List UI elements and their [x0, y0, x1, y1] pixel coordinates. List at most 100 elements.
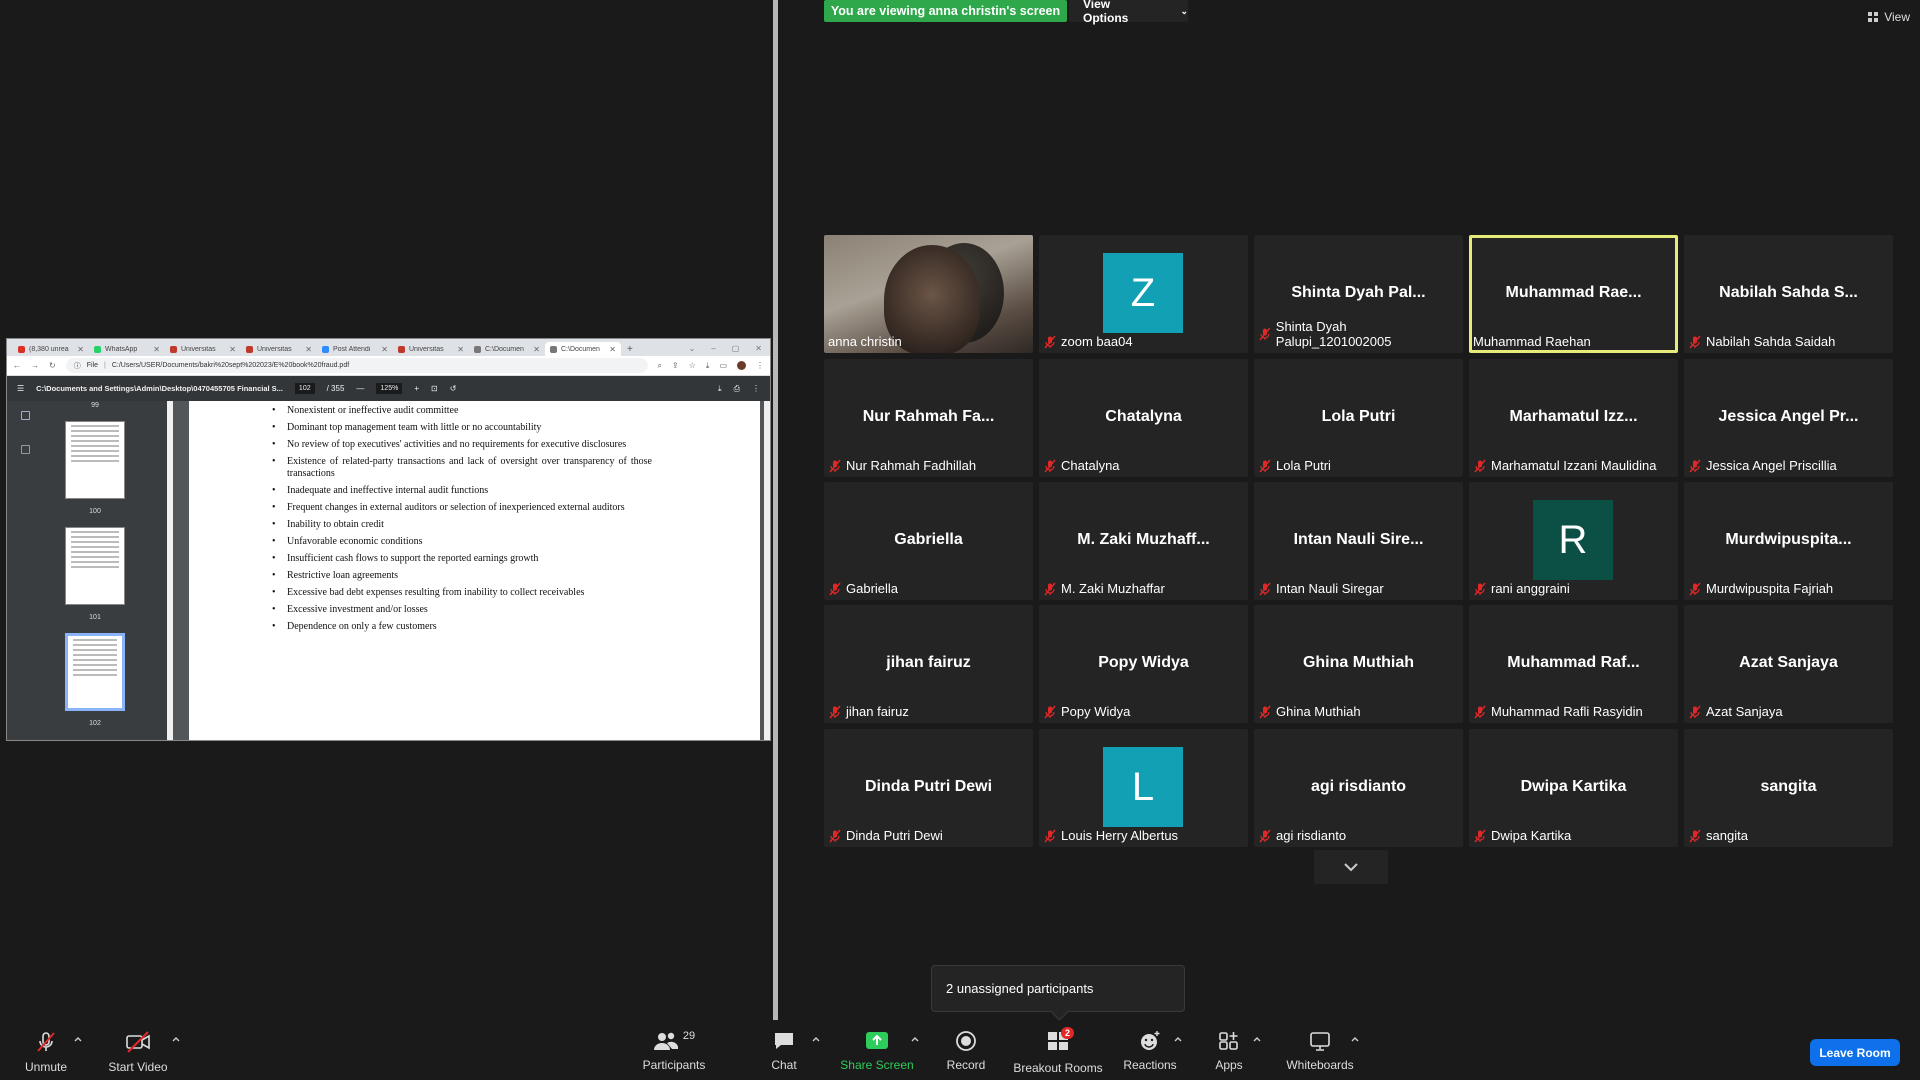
participant-tile[interactable]: agi risdianto agi risdianto: [1254, 729, 1463, 847]
leave-room-button[interactable]: Leave Room: [1810, 1039, 1900, 1066]
share-options-caret-icon[interactable]: [910, 1034, 920, 1044]
download-icon[interactable]: ⤓: [706, 361, 710, 371]
pdf-menu-icon[interactable]: ☰: [17, 384, 24, 393]
participant-tile[interactable]: Dinda Putri Dewi Dinda Putri Dewi: [824, 729, 1033, 847]
participant-tile[interactable]: Lola Putri Lola Putri: [1254, 359, 1463, 477]
sidepanel-icon[interactable]: ▭: [719, 361, 727, 371]
new-tab-button[interactable]: +: [621, 344, 639, 356]
reactions-button[interactable]: Reactions: [1122, 1020, 1178, 1080]
pdf-page-input[interactable]: 102: [294, 383, 315, 394]
tab-close-icon[interactable]: ✕: [609, 345, 616, 354]
participant-tile[interactable]: Marhamatul Izz... Marhamatul Izzani Mauli…: [1469, 359, 1678, 477]
participant-tile[interactable]: anna christin: [824, 235, 1033, 353]
maximize-icon[interactable]: ▢: [732, 344, 740, 353]
participant-tile[interactable]: M. Zaki Muzhaff... M. Zaki Muzhaffar: [1039, 482, 1248, 600]
participant-tile[interactable]: Chatalyna Chatalyna: [1039, 359, 1248, 477]
apps-button[interactable]: Apps: [1210, 1020, 1248, 1080]
pdf-zoom-out-icon[interactable]: —: [356, 384, 364, 393]
chat-options-caret-icon[interactable]: [811, 1034, 821, 1044]
audio-options-caret-icon[interactable]: [73, 1034, 83, 1044]
pdf-print-icon[interactable]: ⎙: [734, 384, 740, 394]
participant-tile[interactable]: Murdwipuspita... Murdwipuspita Fajriah: [1684, 482, 1893, 600]
participant-tile[interactable]: Muhammad Raf... Muhammad Rafli Rasyidin: [1469, 605, 1678, 723]
pdf-more-icon[interactable]: ⋮: [752, 384, 760, 393]
participant-tile[interactable]: Muhammad Rae... Muhammad Raehan: [1469, 235, 1678, 353]
share-icon[interactable]: ⇪: [672, 361, 679, 371]
participant-tile[interactable]: Gabriella Gabriella: [824, 482, 1033, 600]
profile-avatar[interactable]: [737, 360, 746, 370]
tab-close-icon[interactable]: ✕: [533, 345, 540, 354]
participant-tile[interactable]: Nur Rahmah Fa... Nur Rahmah Fadhillah: [824, 359, 1033, 477]
chat-button[interactable]: Chat: [764, 1020, 804, 1080]
participant-tile[interactable]: Azat Sanjaya Azat Sanjaya: [1684, 605, 1893, 723]
share-screen-button[interactable]: Share Screen: [838, 1020, 916, 1080]
url-input[interactable]: ⓘ File | C:/Users/USER/Documents/bakri%2…: [65, 358, 648, 373]
participant-tile[interactable]: Intan Nauli Sire... Intan Nauli Siregar: [1254, 482, 1463, 600]
breakout-rooms-button[interactable]: 2 Breakout Rooms: [1012, 1020, 1104, 1080]
close-window-icon[interactable]: ✕: [755, 344, 762, 353]
reactions-caret-icon[interactable]: [1173, 1034, 1183, 1044]
participant-tile[interactable]: Shinta Dyah Pal... Shinta Dyah Palupi_120…: [1254, 235, 1463, 353]
tab-search-icon[interactable]: ⌄: [689, 344, 696, 353]
browser-tab[interactable]: WhatsApp ✕: [89, 342, 165, 356]
participant-tile[interactable]: jihan fairuz jihan fairuz: [824, 605, 1033, 723]
pdf-download-icon[interactable]: ⤓: [718, 384, 722, 394]
apps-caret-icon[interactable]: [1252, 1034, 1262, 1044]
browser-tab[interactable]: C:\Documen ✕: [469, 342, 545, 356]
split-divider[interactable]: [773, 0, 778, 1028]
participant-tile[interactable]: Zzoom baa04: [1039, 235, 1248, 353]
whiteboards-caret-icon[interactable]: [1350, 1034, 1360, 1044]
whiteboards-button[interactable]: Whiteboards: [1284, 1020, 1356, 1080]
participant-tile[interactable]: Jessica Angel Pr... Jessica Angel Priscil…: [1684, 359, 1893, 477]
browser-tab[interactable]: Post Attendi ✕: [317, 342, 393, 356]
participant-tile[interactable]: Ghina Muthiah Ghina Muthiah: [1254, 605, 1463, 723]
participants-button[interactable]: 29 Participants: [641, 1020, 707, 1080]
tab-close-icon[interactable]: ✕: [153, 345, 160, 354]
pdf-rotate-icon[interactable]: ↺: [450, 384, 457, 393]
participant-tile[interactable]: Popy Widya Popy Widya: [1039, 605, 1248, 723]
minimize-icon[interactable]: –: [711, 344, 715, 353]
participant-tile[interactable]: Nabilah Sahda S... Nabilah Sahda Saidah: [1684, 235, 1893, 353]
pdf-scrollbar[interactable]: [764, 401, 770, 740]
zoom-icon[interactable]: ⌕: [658, 361, 662, 371]
view-options-button[interactable]: View Options ⌄: [1069, 0, 1188, 25]
thumbnail-page[interactable]: [65, 421, 125, 499]
bookmark-star-icon[interactable]: ☆: [689, 361, 696, 371]
back-icon[interactable]: ←: [13, 361, 21, 370]
unassigned-participants-tooltip[interactable]: 2 unassigned participants: [931, 965, 1185, 1012]
mic-muted-icon: [1044, 335, 1056, 348]
browser-menu-icon[interactable]: ⋮: [756, 361, 764, 371]
participant-tile[interactable]: L Louis Herry Albertus: [1039, 729, 1248, 847]
browser-tab[interactable]: Universitas ✕: [393, 342, 469, 356]
video-options-caret-icon[interactable]: [171, 1034, 181, 1044]
start-video-button[interactable]: Start Video: [106, 1020, 170, 1080]
browser-tab[interactable]: Universitas ✕: [241, 342, 317, 356]
outline-view-icon[interactable]: [21, 445, 30, 454]
tab-close-icon[interactable]: ✕: [77, 345, 84, 354]
tab-close-icon[interactable]: ✕: [381, 345, 388, 354]
participant-tile[interactable]: Rrani anggraini: [1469, 482, 1678, 600]
next-page-button[interactable]: [1314, 850, 1388, 884]
view-button[interactable]: View: [1868, 10, 1910, 24]
thumbnail-page-selected[interactable]: [65, 633, 125, 711]
tab-close-icon[interactable]: ✕: [457, 345, 464, 354]
record-button[interactable]: Record: [942, 1020, 990, 1080]
pdf-fit-icon[interactable]: ⊡: [431, 384, 438, 393]
reload-icon[interactable]: ↻: [49, 361, 56, 370]
tab-close-icon[interactable]: ✕: [305, 345, 312, 354]
pdf-zoom-in-icon[interactable]: +: [414, 384, 419, 393]
participant-tile[interactable]: Dwipa Kartika Dwipa Kartika: [1469, 729, 1678, 847]
thumbnail-scrollbar[interactable]: [167, 401, 173, 740]
unmute-button[interactable]: Unmute: [20, 1020, 72, 1080]
browser-tab[interactable]: (8,380 unrea ✕: [13, 342, 89, 356]
apps-label: Apps: [1215, 1058, 1243, 1072]
participant-tile[interactable]: sangita sangita: [1684, 729, 1893, 847]
tab-close-icon[interactable]: ✕: [229, 345, 236, 354]
thumbnail-page[interactable]: [65, 527, 125, 605]
browser-tab[interactable]: C:\Documen ✕: [545, 342, 621, 356]
pdf-zoom-input[interactable]: 125%: [376, 383, 403, 394]
thumbnail-view-icon[interactable]: [21, 411, 30, 420]
browser-tab[interactable]: Universitas ✕: [165, 342, 241, 356]
forward-icon[interactable]: →: [31, 361, 39, 370]
view-button-label: View: [1884, 10, 1910, 24]
